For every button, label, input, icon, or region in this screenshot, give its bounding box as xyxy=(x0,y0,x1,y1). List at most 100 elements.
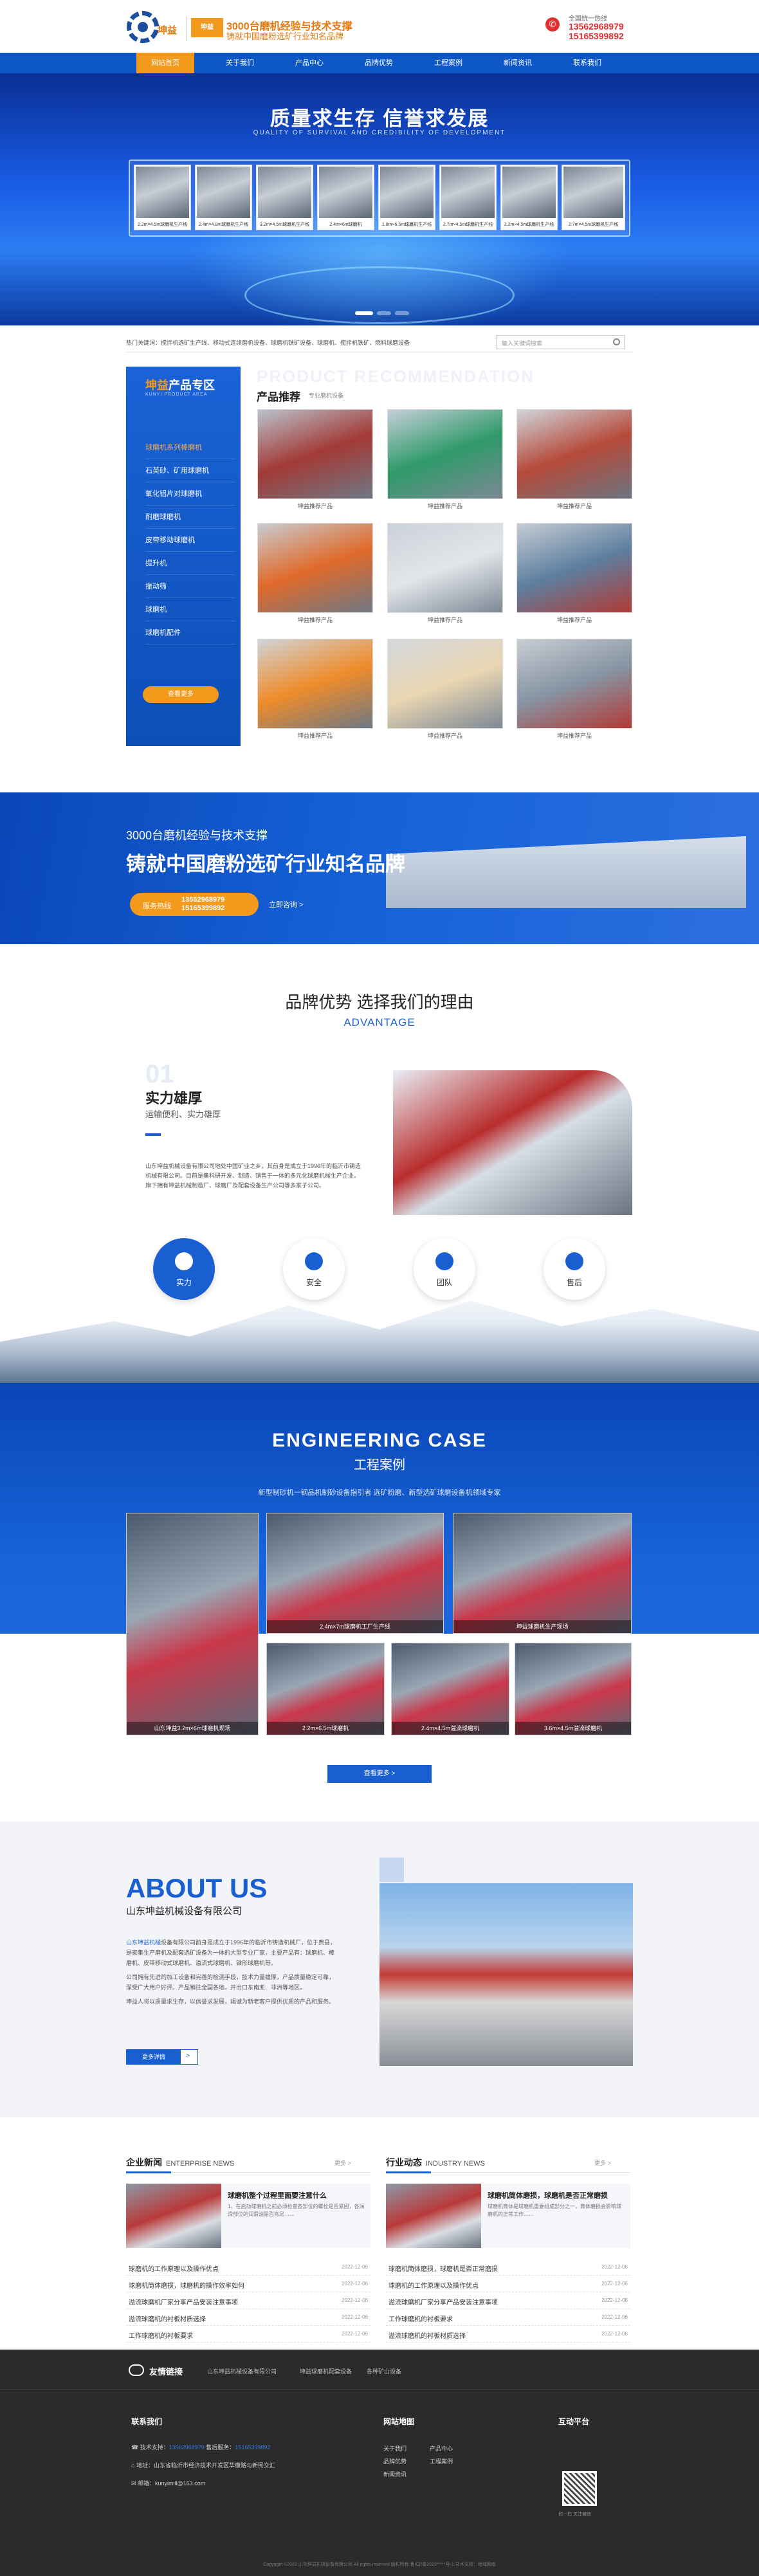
footer-tel-2[interactable]: 15165399892 xyxy=(235,2444,270,2451)
sitemap-link[interactable]: 新闻资讯 xyxy=(383,2470,407,2478)
product-name[interactable]: 坤益推荐产品 xyxy=(387,616,503,624)
hotline-button[interactable]: 服务热线 13562968979 15165399892 xyxy=(130,893,259,916)
case-card[interactable]: 2.2m×6.5m球磨机 xyxy=(266,1643,385,1735)
product-card[interactable]: 坤益推荐产品 xyxy=(517,639,632,742)
product-name[interactable]: 坤益推荐产品 xyxy=(517,502,632,510)
brand-name[interactable]: 坤益 xyxy=(158,23,177,37)
product-name[interactable]: 坤益推荐产品 xyxy=(257,502,373,510)
gear-logo-icon[interactable] xyxy=(127,11,159,43)
product-name[interactable]: 坤益推荐产品 xyxy=(387,731,503,740)
sitemap-link[interactable]: 品牌优势 xyxy=(383,2457,407,2465)
sidebar-item-category[interactable]: 球磨机配件 xyxy=(145,621,235,644)
banner-card[interactable]: 2.4m×4.8m球磨机生产线 xyxy=(195,165,252,230)
product-card[interactable]: 坤益推荐产品 xyxy=(257,409,373,512)
news-featured-title[interactable]: 球磨机整个过程里面要注意什么 xyxy=(228,2190,327,2200)
advantage-tab-service[interactable]: 售后 xyxy=(544,1238,605,1300)
news-row-title[interactable]: 溢流球磨机厂家分享产品安装注意事项 xyxy=(129,2297,238,2307)
news-row-title[interactable]: 溢流球磨机的衬板材质选择 xyxy=(129,2314,206,2323)
banner-dot[interactable] xyxy=(395,311,409,315)
news-row[interactable]: 溢流球磨机厂家分享产品安装注意事项 2022-12-06 xyxy=(386,2292,630,2309)
banner-card[interactable]: 2.2m×4.5m球磨机生产线 xyxy=(500,165,558,230)
product-image[interactable] xyxy=(387,523,503,613)
case-card[interactable]: 2.4m×7m球磨机工厂生产线 xyxy=(266,1513,444,1634)
news-row-title[interactable]: 溢流球磨机厂家分享产品安装注意事项 xyxy=(389,2297,498,2307)
nav-item-products[interactable]: 产品中心 xyxy=(280,53,338,73)
sidebar-item-category[interactable]: 球磨机系列棒磨机 xyxy=(145,436,235,459)
nav-item-home[interactable]: 网站首页 xyxy=(136,53,194,73)
banner-dot-active[interactable] xyxy=(355,311,373,315)
advantage-tab-strength[interactable]: 实力 xyxy=(153,1238,215,1300)
product-card[interactable]: 坤益推荐产品 xyxy=(257,639,373,742)
banner-card[interactable]: 2.7m×4.5m球磨机生产线 xyxy=(439,165,497,230)
sidebar-item-category[interactable]: 提升机 xyxy=(145,552,235,575)
sidebar-item-category[interactable]: 氧化铝片对球磨机 xyxy=(145,482,235,506)
news-row-title[interactable]: 工作球磨机的衬板要求 xyxy=(389,2314,453,2323)
footer-email[interactable]: 邮箱：kunyimill@163.com xyxy=(138,2480,205,2487)
news-row[interactable]: 溢流球磨机厂家分享产品安装注意事项 2022-12-06 xyxy=(126,2292,370,2309)
banner-dot[interactable] xyxy=(377,311,391,315)
banner-card[interactable]: 2.2m×4.5m球磨机生产线 xyxy=(134,165,191,230)
case-more-button[interactable]: 查看更多 > xyxy=(327,1765,432,1783)
search-input[interactable]: 输入关键词搜索 xyxy=(502,339,542,347)
news-right-more[interactable]: 更多 > xyxy=(594,2159,611,2167)
news-left-more[interactable]: 更多 > xyxy=(334,2159,351,2167)
nav-item-about[interactable]: 关于我们 xyxy=(211,53,269,73)
footer-tel-1[interactable]: 13562968979 xyxy=(169,2444,205,2451)
news-row[interactable]: 溢流球磨机的衬板材质选择 2022-12-06 xyxy=(126,2309,370,2326)
sidebar-item-category[interactable]: 振动筛 xyxy=(145,575,235,598)
product-name[interactable]: 坤益推荐产品 xyxy=(257,731,373,740)
news-row-title[interactable]: 球磨机的工作原理以及操作优点 xyxy=(389,2280,479,2290)
product-image[interactable] xyxy=(387,409,503,499)
news-row[interactable]: 球磨机筒体磨损，球磨机的操作效率如何 2022-12-06 xyxy=(126,2276,370,2292)
news-row-title[interactable]: 球磨机筒体磨损，球磨机的操作效率如何 xyxy=(129,2280,244,2290)
search-box[interactable]: 输入关键词搜索 xyxy=(496,335,625,349)
case-card[interactable]: 山东坤益3.2m×6m球磨机现场 xyxy=(126,1513,259,1735)
about-more-button[interactable]: 更多详情 > xyxy=(126,2049,198,2065)
case-card[interactable]: 2.4m×4.5m溢流球磨机 xyxy=(391,1643,509,1735)
product-image[interactable] xyxy=(517,409,632,499)
nav-item-news[interactable]: 新闻资讯 xyxy=(489,53,547,73)
product-card[interactable]: 坤益推荐产品 xyxy=(387,409,503,512)
news-right-featured[interactable]: 球磨机筒体磨损，球磨机是否正常磨损 球磨机筒体是球磨机重要组成部分之一，筒体磨损… xyxy=(386,2184,630,2248)
news-row-title[interactable]: 球磨机筒体磨损，球磨机是否正常磨损 xyxy=(389,2263,498,2273)
news-featured-title[interactable]: 球磨机筒体磨损，球磨机是否正常磨损 xyxy=(488,2190,608,2200)
search-icon[interactable] xyxy=(613,338,620,345)
product-image[interactable] xyxy=(257,523,373,613)
news-row-title[interactable]: 球磨机的工作原理以及操作优点 xyxy=(129,2263,219,2273)
banner-card[interactable]: 2.4m×6m球磨机 xyxy=(317,165,374,230)
hot-keywords[interactable]: 热门关键词：搅拌机选矿生产线、移动式连续磨机设备、球磨机铁矿设备、球磨机、搅拌机… xyxy=(126,338,410,347)
news-row[interactable]: 球磨机的工作原理以及操作优点 2022-12-06 xyxy=(126,2259,370,2276)
news-row-title[interactable]: 溢流球磨机的衬板材质选择 xyxy=(389,2330,466,2340)
news-row[interactable]: 工作球磨机的衬板要求 2022-12-06 xyxy=(126,2326,370,2343)
news-featured-image[interactable] xyxy=(126,2184,221,2248)
sidebar-item-category[interactable]: 球磨机 xyxy=(145,598,235,621)
product-image[interactable] xyxy=(387,639,503,729)
nav-item-advantage[interactable]: 品牌优势 xyxy=(350,53,408,73)
friend-link[interactable]: 山东坤益机械设备有限公司 xyxy=(207,2367,277,2375)
product-name[interactable]: 坤益推荐产品 xyxy=(517,616,632,624)
product-image[interactable] xyxy=(517,523,632,613)
case-card[interactable]: 3.6m×4.5m溢流球磨机 xyxy=(515,1643,632,1735)
product-image[interactable] xyxy=(517,639,632,729)
news-row[interactable]: 溢流球磨机的衬板材质选择 2022-12-06 xyxy=(386,2326,630,2343)
nav-item-cases[interactable]: 工程案例 xyxy=(419,53,477,73)
sitemap-link[interactable]: 工程案例 xyxy=(430,2457,453,2465)
sitemap-link[interactable]: 产品中心 xyxy=(430,2444,453,2453)
friend-link[interactable]: 坤益球磨机配套设备 xyxy=(300,2367,352,2375)
product-card[interactable]: 坤益推荐产品 xyxy=(387,523,503,626)
product-image[interactable] xyxy=(257,409,373,499)
about-company-link[interactable]: 山东坤益机械 xyxy=(126,1939,161,1946)
product-more-button[interactable]: 查看更多 xyxy=(143,686,219,703)
news-row[interactable]: 球磨机筒体磨损，球磨机是否正常磨损 2022-12-06 xyxy=(386,2259,630,2276)
product-name[interactable]: 坤益推荐产品 xyxy=(517,731,632,740)
sidebar-item-category[interactable]: 耐磨球磨机 xyxy=(145,506,235,529)
banner-card[interactable]: 1.8m×6.5m球磨机生产线 xyxy=(378,165,435,230)
product-card[interactable]: 坤益推荐产品 xyxy=(517,523,632,626)
advantage-tab-safety[interactable]: 安全 xyxy=(283,1238,345,1300)
news-row[interactable]: 球磨机的工作原理以及操作优点 2022-12-06 xyxy=(386,2276,630,2292)
product-image[interactable] xyxy=(257,639,373,729)
sidebar-item-category[interactable]: 皮带移动球磨机 xyxy=(145,529,235,552)
hotline-number-2[interactable]: 15165399892 xyxy=(569,31,624,41)
product-name[interactable]: 坤益推荐产品 xyxy=(387,502,503,510)
hero-banner[interactable]: 质量求生存 信誉求发展 QUALITY OF SURVIVAL AND CRED… xyxy=(0,73,759,325)
